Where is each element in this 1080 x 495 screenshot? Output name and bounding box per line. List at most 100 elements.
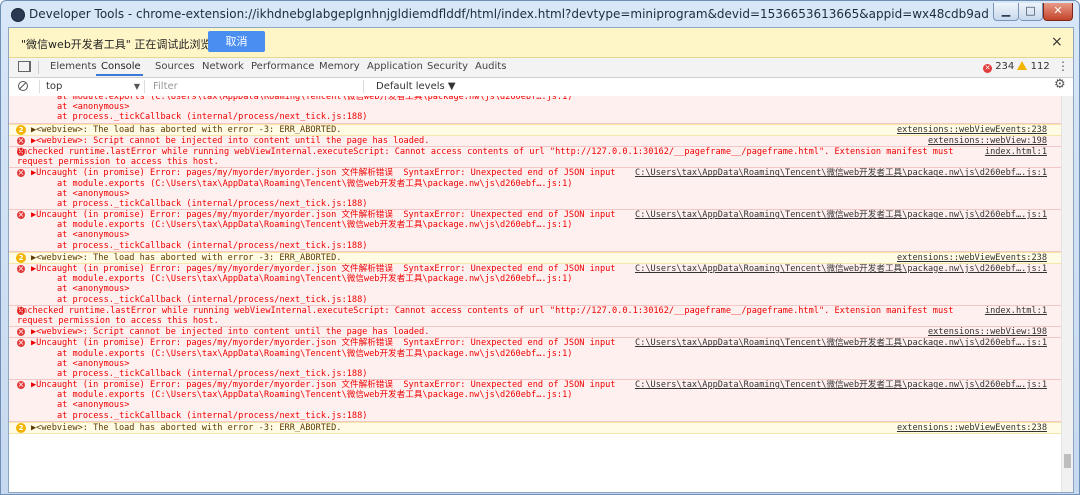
infobar-message: "微信web开发者工具" 正在调试此浏览器。 [21,38,234,51]
console-line: Unchecked runtime.lastError while runnin… [9,147,1061,157]
source-link[interactable]: C:\Users\tax\AppData\Roaming\Tencent\微信w… [635,264,1047,274]
error-icon [17,210,25,220]
tab-application[interactable]: Application [367,61,423,72]
console-error-message[interactable]: at module.exports (C:\Users\tax\AppData\… [9,96,1061,124]
levels-dropdown-icon: ▼ [447,81,456,92]
devtools-tabbar: Elements Console Sources Network Perform… [9,58,1073,78]
console-line-text: at module.exports (C:\Users\tax\AppData\… [57,390,573,401]
console-line-text: Unchecked runtime.lastError while runnin… [17,146,954,157]
console-line-text: at module.exports (C:\Users\tax\AppData\… [57,348,573,359]
error-icon [17,168,25,178]
console-line: ▶Uncaught (in promise) Error: pages/my/m… [9,210,1061,220]
error-icon [17,380,25,390]
console-line-text: ▶Uncaught (in promise) Error: pages/my/m… [31,168,616,179]
console-error-message[interactable]: ▶<webview>: Script cannot be injected in… [9,135,1061,147]
source-link[interactable]: extensions::webView:198 [928,136,1047,146]
console-line-text: at process._tickCallback (internal/proce… [57,112,368,123]
context-dropdown-icon: ▼ [133,82,140,91]
tab-console[interactable]: Console [101,61,141,72]
console-line: at process._tickCallback (internal/proce… [9,295,1061,305]
console-line-text: at process._tickCallback (internal/proce… [57,410,368,421]
console-line: at <anonymous> [9,230,1061,240]
console-error-message[interactable]: ▶Uncaught (in promise) Error: pages/my/m… [9,210,1061,252]
levels-value: Default levels [376,81,445,92]
tab-audits[interactable]: Audits [475,61,506,72]
console-error-message[interactable]: ▶<webview>: Script cannot be injected in… [9,327,1061,339]
console-line-text: at <anonymous> [57,188,130,199]
source-link[interactable]: extensions::webViewEvents:238 [897,125,1047,135]
console-line-text: ▶Uncaught (in promise) Error: pages/my/m… [31,210,616,221]
context-selector[interactable]: top ▼ [39,80,145,93]
source-link[interactable]: extensions::webView:198 [928,327,1047,337]
console-line: at <anonymous> [9,189,1061,199]
console-settings-gear-icon[interactable]: ⚙ [1054,77,1066,92]
console-line: at module.exports (C:\Users\tax\AppData\… [9,220,1061,230]
source-link[interactable]: extensions::webViewEvents:238 [897,253,1047,263]
console-scrollbar[interactable] [1061,96,1073,492]
console-line: ▶<webview>: Script cannot be injected in… [9,327,1061,337]
console-line: 2 ▶<webview>: The load has aborted with e… [9,252,1061,263]
source-link[interactable]: C:\Users\tax\AppData\Roaming\Tencent\微信w… [635,168,1047,178]
console-line: ▶Uncaught (in promise) Error: pages/my/m… [9,168,1061,178]
tab-security[interactable]: Security [427,61,468,72]
tab-elements[interactable]: Elements [50,61,97,72]
context-value: top [46,81,63,92]
console-line: at process._tickCallback (internal/proce… [9,241,1061,251]
console-line-text: request permission to access this host. [17,157,219,168]
close-window-button[interactable]: ✕ [1043,3,1073,21]
console-line: at module.exports (C:\Users\tax\AppData\… [9,179,1061,189]
source-link[interactable]: C:\Users\tax\AppData\Roaming\Tencent\微信w… [635,380,1047,390]
console-line: at <anonymous> [9,359,1061,369]
console-warning-message[interactable]: 2 ▶<webview>: The load has aborted with e… [9,251,1061,264]
minimize-button[interactable]: ▁ [993,3,1019,21]
console-messages[interactable]: at module.exports (C:\Users\tax\AppData\… [9,96,1061,492]
console-line-text: at module.exports (C:\Users\tax\AppData\… [57,220,573,231]
source-link[interactable]: index.html:1 [985,147,1047,157]
console-line: at module.exports (C:\Users\tax\AppData\… [9,349,1061,359]
tab-network[interactable]: Network [202,61,244,72]
error-icon [17,264,25,273]
source-link[interactable]: C:\Users\tax\AppData\Roaming\Tencent\微信w… [635,338,1047,348]
console-line-text: ▶<webview>: The load has aborted with er… [31,422,342,433]
console-line: request permission to access this host. [9,157,1061,167]
cancel-button[interactable]: 取消 [208,31,265,52]
console-line-text: at process._tickCallback (internal/proce… [57,294,368,305]
warning-count-icon [1017,61,1028,70]
console-line: ▶Uncaught (in promise) Error: pages/my/m… [9,264,1061,274]
error-count: 234 [995,61,1015,72]
tab-performance[interactable]: Performance [251,61,314,72]
console-line-text: ▶<webview>: The load has aborted with er… [31,124,342,135]
source-link[interactable]: extensions::webViewEvents:238 [897,423,1047,433]
console-warning-message[interactable]: 2 ▶<webview>: The load has aborted with e… [9,123,1061,136]
console-line: request permission to access this host. [9,316,1061,326]
console-error-message[interactable]: ▶Uncaught (in promise) Error: pages/my/m… [9,168,1061,211]
filter-input[interactable]: Filter [149,80,364,93]
error-count-icon: ✕ [983,64,992,73]
console-error-message[interactable]: ▶Uncaught (in promise) Error: pages/my/m… [9,380,1061,422]
error-icon [17,136,25,145]
maximize-button[interactable]: □ [1019,3,1043,21]
maximize-icon: □ [1025,4,1036,17]
console-line: 2 ▶<webview>: The load has aborted with e… [9,124,1061,135]
scrollbar-thumb[interactable] [1064,454,1071,468]
inspect-element-icon[interactable] [18,61,31,72]
console-error-message[interactable]: Unchecked runtime.lastError while runnin… [9,146,1061,169]
log-levels-dropdown[interactable]: Default levels ▼ [376,80,456,93]
source-link[interactable]: index.html:1 [985,306,1047,316]
console-error-message[interactable]: ▶Uncaught (in promise) Error: pages/my/m… [9,338,1061,381]
tab-memory[interactable]: Memory [319,61,360,72]
console-line-text: at <anonymous> [57,102,130,113]
more-menu-icon[interactable]: ⋮ [1057,59,1069,73]
tab-sources[interactable]: Sources [155,61,195,72]
clear-console-icon[interactable] [18,81,28,91]
source-link[interactable]: C:\Users\tax\AppData\Roaming\Tencent\微信w… [635,210,1047,220]
console-error-message[interactable]: ▶Uncaught (in promise) Error: pages/my/m… [9,264,1061,306]
title-bar[interactable]: Developer Tools - chrome-extension://ikh… [1,1,1079,27]
infobar-close-icon[interactable]: × [1051,34,1063,50]
close-icon: ✕ [1053,4,1063,17]
console-line: at process._tickCallback (internal/proce… [9,112,1061,122]
console-error-message[interactable]: Unchecked runtime.lastError while runnin… [9,305,1061,328]
issue-counts[interactable]: ✕ 234 112 [983,61,1050,73]
console-line-text: Unchecked runtime.lastError while runnin… [17,305,954,316]
console-warning-message[interactable]: 2 ▶<webview>: The load has aborted with e… [9,421,1061,434]
